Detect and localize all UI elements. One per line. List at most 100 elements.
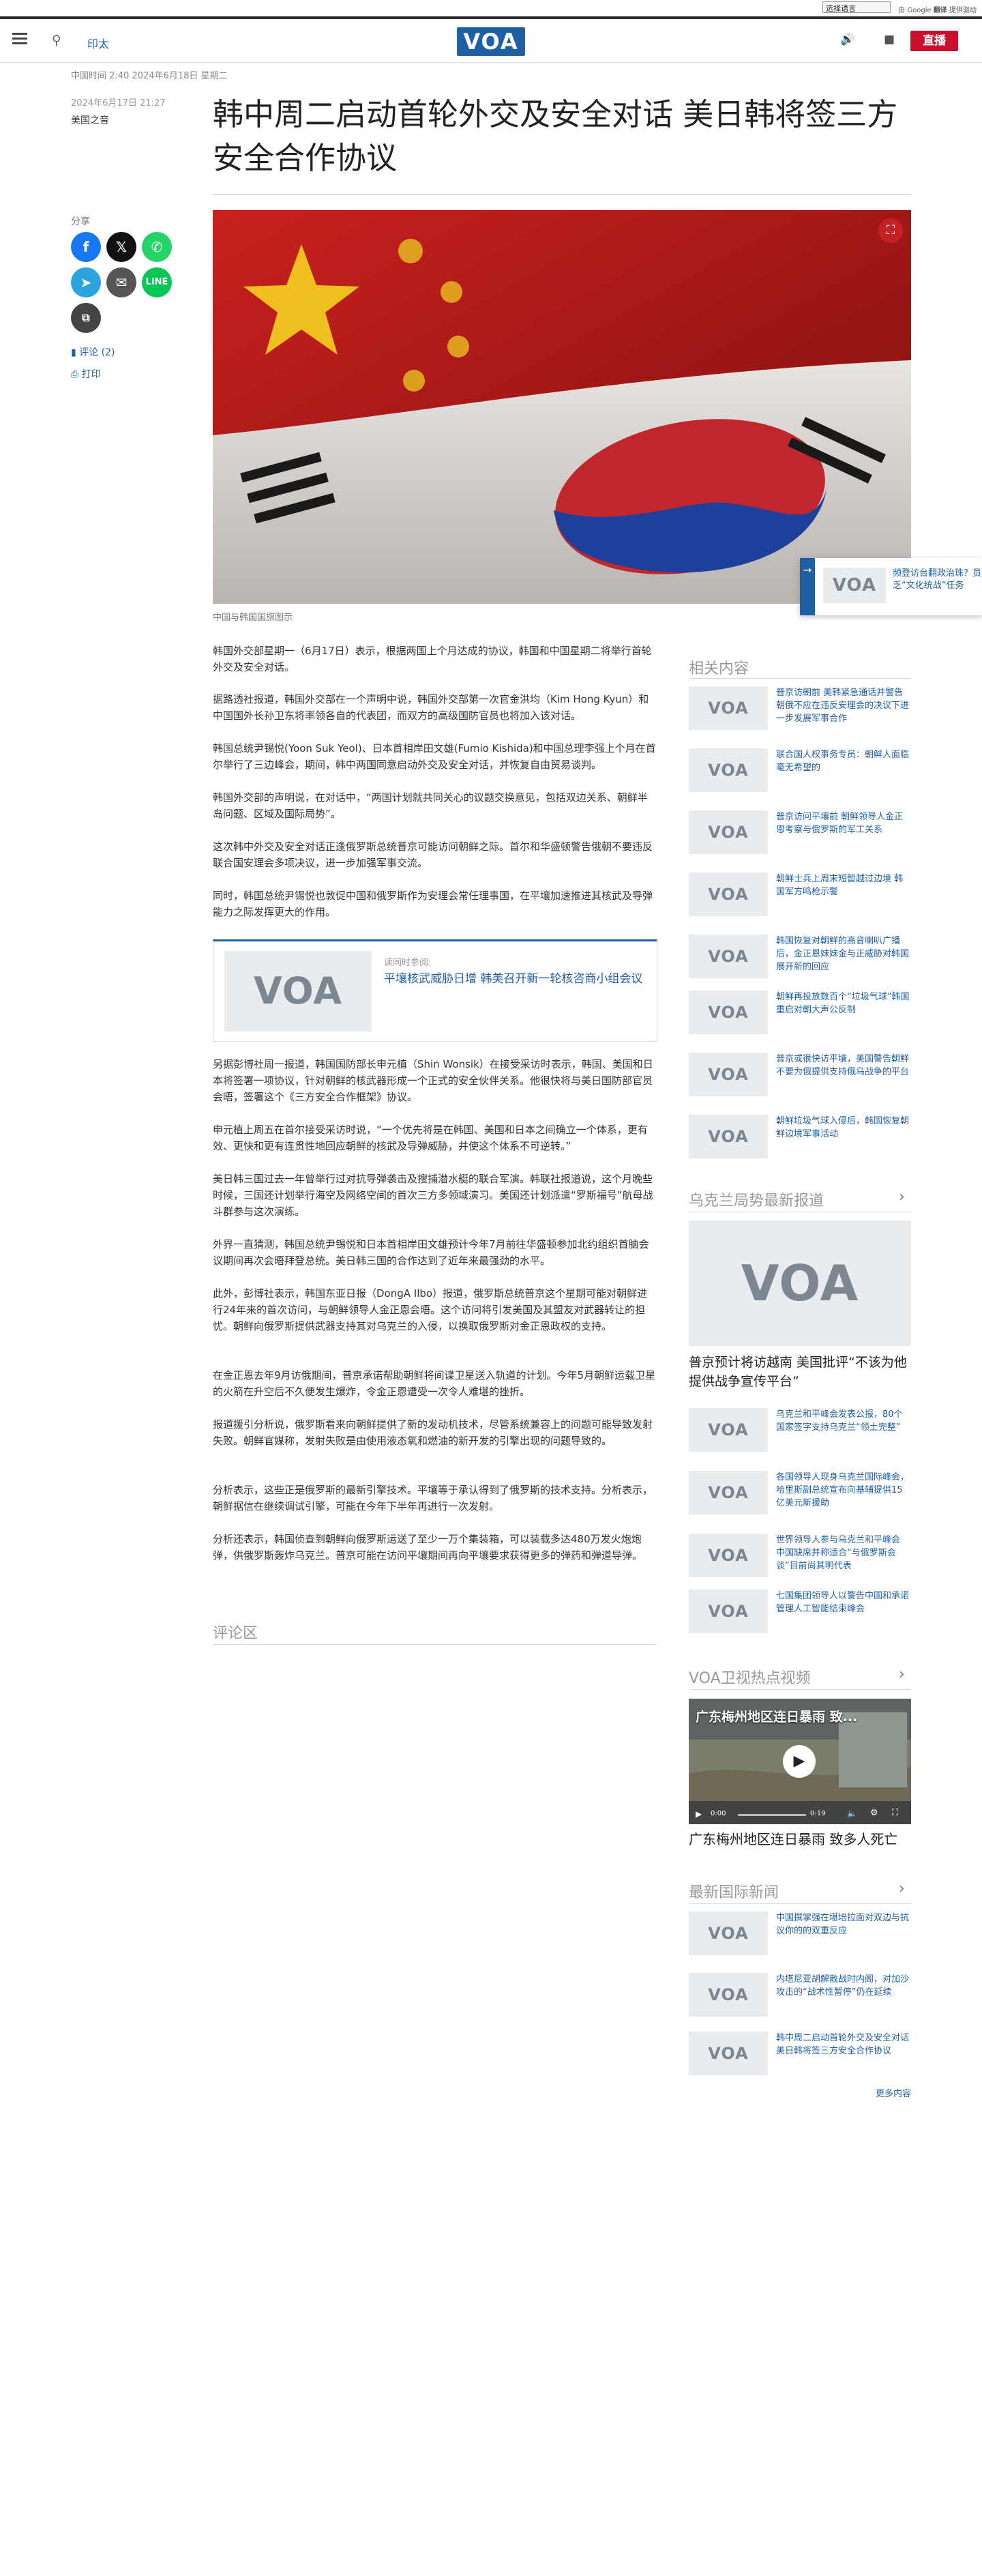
settings-icon[interactable]: ⚙ [870,1808,878,1818]
email-share-icon[interactable]: ✉ [106,267,136,297]
chevron-right-icon[interactable]: › [899,1880,905,1897]
list-item[interactable]: VOA 韩中周二启动首轮外交及安全对话 美日韩将签三方安全合作协议 [689,2032,911,2083]
list-item[interactable]: VOA 七国集团领导人以警告中国和承诺管理人工智能结束峰会 [689,1590,911,1641]
item-title[interactable]: 各国领导人现身乌克兰国际峰会，哈里斯副总统宣布向基辅提供15亿美元新援助 [776,1471,911,1510]
float-title[interactable]: 频登访台翻政治珠？员救乏“文化统战”任务 [893,568,982,592]
print-link[interactable]: ⎙ 打印 [71,367,101,381]
list-item[interactable]: VOA 朝鲜再投放数百个“垃圾气球”韩国重启对朝大声公反制 [689,991,911,1042]
related-label: 读同时参阅: [384,958,432,968]
share-label: 分享 [71,216,90,227]
video-time-total: 0:19 [810,1810,826,1817]
list-item[interactable]: VOA 世界领导人参与乌克兰和平峰会 中国缺席并称适合“与俄罗斯会谈”目前尚其明代… [689,1534,911,1585]
item-title[interactable]: 普京或很快访平壤，美国警告朝鲜不要为俄提供支持俄乌战争的平台 [776,1053,911,1079]
whatsapp-share-icon[interactable]: ✆ [142,232,172,262]
divider [689,1689,911,1690]
item-thumbnail: VOA [689,873,768,916]
list-item[interactable]: VOA 乌克兰和平峰会发表公报，80个国家签字支持乌克兰“领土完整” [689,1408,911,1460]
video-heading[interactable]: VOA卫视热点视频 [689,1666,811,1688]
print-icon: ⎙ [71,369,82,380]
item-title[interactable]: 内塔尼亚胡解散战时内阁，对加沙攻击的“战术性暂停”仍在延续 [776,1973,911,1999]
item-title[interactable]: 七国集团领导人以警告中国和承诺管理人工智能结束峰会 [776,1590,911,1615]
arrow-right-icon[interactable]: → [803,564,812,576]
item-title[interactable]: 朝鲜再投放数百个“垃圾气球”韩国重启对朝大声公反制 [776,991,911,1016]
feature-title[interactable]: 普京预计将访越南 美国批评“不该为他提供战争宣传平台” [689,1353,911,1391]
related-heading: 相关内容 [689,660,749,677]
floating-recommendation[interactable]: → VOA 频登访台翻政治珠？员救乏“文化统战”任务 [800,558,982,615]
item-thumbnail: VOA [689,991,768,1034]
item-thumbnail: VOA [689,1590,768,1633]
line-share-icon[interactable]: LINE [142,267,172,297]
section-link[interactable]: 印太 [87,35,109,51]
divider [689,678,911,679]
list-item[interactable]: VOA 内塔尼亚胡解散战时内阁，对加沙攻击的“战术性暂停”仍在延续 [689,1973,911,2025]
facebook-share-icon[interactable]: f [71,232,101,262]
live-button[interactable]: 直播 [910,31,958,51]
paragraph: 韩国外交部星期一（6月17日）表示，根据两国上个月达成的协议，韩国和中国星期二将… [213,645,652,673]
comments-link[interactable]: ▮ 评论 (2) [71,345,115,359]
telegram-share-icon[interactable]: ➤ [71,267,101,297]
paragraph: 另据彭博社周一报道，韩国国防部长申元植（Shin Wonsik）在接受采访时表示… [213,1058,653,1103]
item-title[interactable]: 联合国人权事务专员：朝鲜人面临毫无希望的 [776,748,911,774]
video-progress[interactable] [738,1814,806,1816]
list-item[interactable]: VOA 韩国恢复对朝鲜的高音喇叭广播后，金正恩妹妹金与正威胁对韩国展开新的回应 [689,935,911,986]
publish-date: 2024年6月17日 21:27 [71,98,166,108]
item-title[interactable]: 朝鲜士兵上周末短暂越过边境 韩国军方鸣枪示警 [776,873,911,898]
item-title[interactable]: 世界领导人参与乌克兰和平峰会 中国缺席并称适合“与俄罗斯会谈”目前尚其明代表 [776,1534,911,1572]
related-title[interactable]: 平壤核武威胁日增 韩美召开新一轮核咨商小组会议 [384,970,643,988]
list-item[interactable]: VOA 各国领导人现身乌克兰国际峰会，哈里斯副总统宣布向基辅提供15亿美元新援助 [689,1471,911,1523]
divider [213,1644,657,1645]
video-title[interactable]: 广东梅州地区连日暴雨 致多人死亡 [689,1830,911,1849]
intl-heading[interactable]: 最新国际新闻 [689,1880,779,1902]
item-title[interactable]: 朝鲜垃圾气球入侵后，韩国恢复朝鲜边境军事活动 [776,1115,911,1141]
list-item[interactable]: VOA 普京访朝前 美韩紧急通话并警告朝俄不应在违反安理会的决议下进一步发展军事合… [689,686,911,738]
audio-icon[interactable]: 🔊 [840,33,854,46]
item-title[interactable]: 普京访朝前 美韩紧急通话并警告朝俄不应在违反安理会的决议下进一步发展军事合作 [776,686,911,725]
item-title[interactable]: 乌克兰和平峰会发表公报，80个国家签字支持乌克兰“领土完整” [776,1408,911,1434]
divider [689,1903,911,1904]
search-icon[interactable]: ⚲ [52,33,61,48]
x-share-icon[interactable]: 𝕏 [106,232,136,262]
more-link[interactable]: 更多内容 [876,2086,911,2099]
item-title[interactable]: 中国撰掌强在堪培拉面对双边与抗议你的的双重反应 [776,1912,911,1937]
paragraph: 美日韩三国过去一年曾举行过对抗导弹袭击及搜捕潜水艇的联合军演。韩联社报道说，这个… [213,1173,653,1218]
video-overlay-title: 广东梅州地区连日暴雨 致... [696,1710,858,1725]
paragraph: 在金正恩去年9月访俄期间，普京承诺帮助朝鲜将间谍卫星送入轨道的计划。今年5月朝鲜… [213,1369,656,1398]
list-item[interactable]: VOA 朝鲜士兵上周末短暂越过边境 韩国军方鸣枪示警 [689,873,911,924]
item-thumbnail: VOA [689,810,768,854]
video-player[interactable]: 广东梅州地区连日暴雨 致... ▶ ▶ 0:00 0:19 🔈 ⚙ ⛶ [689,1699,911,1824]
image-caption: 中国与韩国国旗图示 [213,613,293,623]
language-select[interactable]: 选择语言 [822,1,891,13]
print-link-label: 打印 [81,369,101,380]
item-thumbnail: VOA [689,2032,768,2075]
list-item[interactable]: VOA 朝鲜垃圾气球入侵后，韩国恢复朝鲜边境军事活动 [689,1115,911,1167]
feature-thumbnail[interactable]: VOA [689,1220,911,1346]
play-small-icon[interactable]: ▶ [696,1809,702,1819]
voa-logo[interactable]: VOA [457,27,525,56]
list-item[interactable]: VOA 中国撰掌强在堪培拉面对双边与抗议你的的双重反应 [689,1912,911,1963]
item-thumbnail: VOA [689,748,768,792]
chevron-right-icon[interactable]: › [899,1666,905,1683]
copy-link-icon[interactable]: ⧉ [71,303,101,333]
item-thumbnail: VOA [689,1912,768,1955]
volume-icon[interactable]: 🔈 [847,1809,857,1818]
item-title[interactable]: 韩中周二启动首轮外交及安全对话 美日韩将签三方安全合作协议 [776,2032,911,2058]
item-thumbnail: VOA [689,1115,768,1158]
chevron-right-icon[interactable]: › [899,1188,905,1205]
article-hero-image [213,210,911,604]
ukraine-heading[interactable]: 乌克兰局势最新报道 [689,1188,824,1210]
fullscreen-icon[interactable]: ⛶ [878,218,903,243]
paragraph: 据路透社报道，韩国外交部在一个声明中说，韩国外交部第一次官金洪均（Kim Hon… [213,693,649,722]
play-icon[interactable]: ▶ [783,1745,816,1778]
list-item[interactable]: VOA 普京或很快访平壤，美国警告朝鲜不要为俄提供支持俄乌战争的平台 [689,1053,911,1104]
item-thumbnail: VOA [689,1408,768,1452]
menu-icon[interactable] [12,33,27,45]
list-item[interactable]: VOA 普京访问平壤前 朝鲜领导人金正恩考察与俄罗斯的军工关系 [689,810,911,862]
related-article-card[interactable]: VOA 读同时参阅: 平壤核武威胁日增 韩美召开新一轮核咨商小组会议 [213,939,657,1042]
item-title[interactable]: 韩国恢复对朝鲜的高音喇叭广播后，金正恩妹妹金与正威胁对韩国展开新的回应 [776,935,911,974]
list-item[interactable]: VOA 联合国人权事务专员：朝鲜人面临毫无希望的 [689,748,911,800]
tv-icon[interactable]: ■ [884,33,895,46]
video-time-current: 0:00 [711,1810,726,1817]
item-title[interactable]: 普京访问平壤前 朝鲜领导人金正恩考察与俄罗斯的军工关系 [776,810,911,836]
translate-action[interactable]: 翻译 [934,7,947,14]
fullscreen-video-icon[interactable]: ⛶ [892,1808,898,1818]
